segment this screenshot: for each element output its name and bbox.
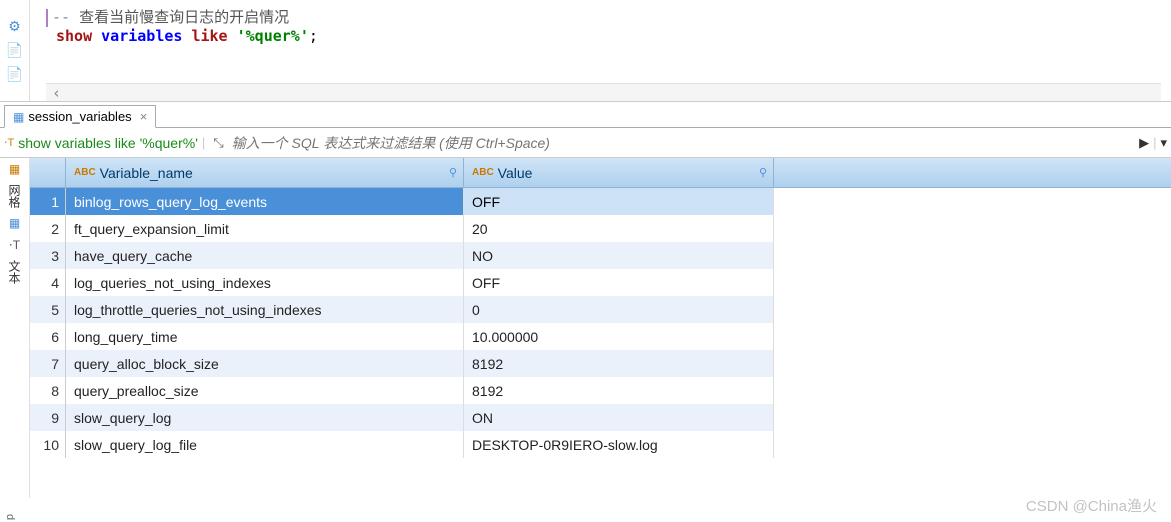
cell-variable-name[interactable]: slow_query_log_file	[66, 431, 464, 458]
cell-variable-name[interactable]: query_prealloc_size	[66, 377, 464, 404]
cell-value[interactable]: OFF	[464, 188, 774, 215]
cell-variable-name[interactable]: binlog_rows_query_log_events	[66, 188, 464, 215]
text-mode-label[interactable]: 文本	[6, 260, 23, 284]
type-string-icon: ABC	[472, 167, 494, 178]
table-row[interactable]: 7query_alloc_block_size8192	[30, 350, 1171, 377]
column-label: Variable_name	[100, 165, 193, 181]
row-number[interactable]: 9	[30, 404, 66, 431]
table-body: 1binlog_rows_query_log_eventsOFF2ft_quer…	[30, 188, 1171, 458]
cell-variable-name[interactable]: have_query_cache	[66, 242, 464, 269]
grid-mode-label[interactable]: 网格	[6, 184, 23, 208]
row-number[interactable]: 2	[30, 215, 66, 242]
cell-variable-name[interactable]: log_throttle_queries_not_using_indexes	[66, 296, 464, 323]
bottom-label: d	[4, 514, 16, 520]
row-number[interactable]: 3	[30, 242, 66, 269]
text-mode-icon[interactable]: ⋅T	[9, 238, 20, 252]
column-label: Value	[498, 165, 533, 181]
table-row[interactable]: 3have_query_cacheNO	[30, 242, 1171, 269]
editor-line-comment: -- 查看当前慢查询日志的开启情况	[46, 6, 1161, 27]
table-row[interactable]: 6long_query_time10.000000	[30, 323, 1171, 350]
filter-icon[interactable]: ⚲	[449, 166, 457, 179]
gear-icon[interactable]: ⚙	[7, 18, 23, 34]
editor-left-toolbar: ⚙ 📄 📄	[0, 0, 30, 101]
sql-editor-area: ⚙ 📄 📄 -- 查看当前慢查询日志的开启情况 show variables l…	[0, 0, 1171, 102]
filter-expression-input[interactable]	[232, 135, 1131, 151]
cell-variable-name[interactable]: long_query_time	[66, 323, 464, 350]
cell-value[interactable]: DESKTOP-0R9IERO-slow.log	[464, 431, 774, 458]
header-corner[interactable]	[30, 158, 66, 187]
row-number[interactable]: 4	[30, 269, 66, 296]
type-string-icon: ABC	[74, 167, 96, 178]
tab-session-variables[interactable]: ▦ session_variables ×	[4, 105, 156, 128]
cell-value[interactable]: 8192	[464, 350, 774, 377]
scroll-left-icon[interactable]: ‹	[52, 84, 61, 102]
watermark: CSDN @China渔火	[1026, 495, 1157, 516]
results-table: ABC Variable_name ⚲ ABC Value ⚲ 1binlog_…	[30, 158, 1171, 498]
page-error-icon[interactable]: 📄	[7, 66, 23, 82]
sql-indicator-icon: ⋅T	[4, 136, 14, 149]
results-tab-strip: ▦ session_variables ×	[0, 102, 1171, 128]
cell-value[interactable]: 8192	[464, 377, 774, 404]
results-grid-area: ▦ 网格 ▦ ⋅T 文本 ABC Variable_name ⚲ ABC Val…	[0, 158, 1171, 498]
row-number[interactable]: 5	[30, 296, 66, 323]
table-mode-icon[interactable]: ▦	[9, 216, 20, 230]
row-number[interactable]: 1	[30, 188, 66, 215]
cell-value[interactable]: OFF	[464, 269, 774, 296]
row-number[interactable]: 7	[30, 350, 66, 377]
sql-editor[interactable]: -- 查看当前慢查询日志的开启情况 show variables like '%…	[30, 0, 1171, 101]
row-number[interactable]: 6	[30, 323, 66, 350]
page-add-icon[interactable]: 📄	[7, 42, 23, 58]
divider: |	[202, 135, 205, 150]
cell-variable-name[interactable]: log_queries_not_using_indexes	[66, 269, 464, 296]
cell-value[interactable]: 20	[464, 215, 774, 242]
executed-sql-text: show variables like '%quer%'	[18, 135, 198, 151]
expand-icon[interactable]: ⤡	[213, 135, 223, 151]
table-row[interactable]: 9slow_query_logON	[30, 404, 1171, 431]
table-row[interactable]: 8query_prealloc_size8192	[30, 377, 1171, 404]
divider: |	[1153, 135, 1156, 150]
editor-line-sql: show variables like '%quer%';	[46, 27, 1161, 45]
table-row[interactable]: 2ft_query_expansion_limit20	[30, 215, 1171, 242]
cell-value[interactable]: 0	[464, 296, 774, 323]
editor-horizontal-scrollbar[interactable]: ‹	[46, 83, 1161, 101]
cell-variable-name[interactable]: query_alloc_block_size	[66, 350, 464, 377]
table-row[interactable]: 10slow_query_log_fileDESKTOP-0R9IERO-slo…	[30, 431, 1171, 458]
row-number[interactable]: 8	[30, 377, 66, 404]
table-row[interactable]: 1binlog_rows_query_log_eventsOFF	[30, 188, 1171, 215]
text-cursor	[46, 9, 48, 27]
tab-label: session_variables	[28, 109, 131, 124]
cell-value[interactable]: NO	[464, 242, 774, 269]
cell-variable-name[interactable]: slow_query_log	[66, 404, 464, 431]
grid-view-toolbar: ▦ 网格 ▦ ⋅T 文本	[0, 158, 30, 498]
cell-value[interactable]: ON	[464, 404, 774, 431]
arrow-right-icon[interactable]: ▶	[1139, 135, 1149, 151]
table-row[interactable]: 5log_throttle_queries_not_using_indexes0	[30, 296, 1171, 323]
cell-variable-name[interactable]: ft_query_expansion_limit	[66, 215, 464, 242]
row-number[interactable]: 10	[30, 431, 66, 458]
table-row[interactable]: 4log_queries_not_using_indexesOFF	[30, 269, 1171, 296]
grid-mode-icon[interactable]: ▦	[9, 162, 20, 176]
cell-value[interactable]: 10.000000	[464, 323, 774, 350]
filter-icon[interactable]: ⚲	[759, 166, 767, 179]
table-header: ABC Variable_name ⚲ ABC Value ⚲	[30, 158, 1171, 188]
close-icon[interactable]: ×	[140, 109, 148, 124]
column-header-value[interactable]: ABC Value ⚲	[464, 158, 774, 187]
dropdown-icon[interactable]: ▾	[1160, 135, 1167, 151]
grid-icon: ▦	[13, 110, 24, 124]
results-filter-bar: ⋅T show variables like '%quer%' | ⤡ ▶ | …	[0, 128, 1171, 158]
column-header-variable-name[interactable]: ABC Variable_name ⚲	[66, 158, 464, 187]
